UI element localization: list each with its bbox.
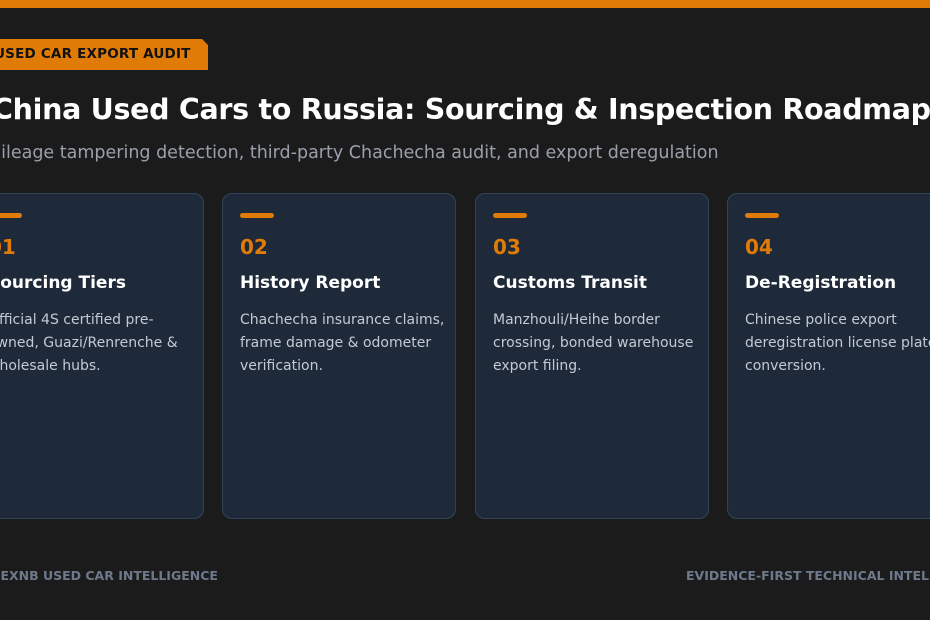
step-card-sourcing: 01 Sourcing Tiers Official 4S certified … [0, 193, 204, 519]
card-accent-bar [0, 213, 22, 218]
page-title: China Used Cars to Russia: Sourcing & In… [0, 93, 930, 126]
page-subtitle: Mileage tampering detection, third-party… [0, 143, 719, 163]
card-title: Customs Transit [493, 273, 648, 293]
card-description: Chachecha insurance claims, frame damage… [240, 312, 445, 374]
card-description: Manzhouli/Heihe border crossing, bonded … [493, 312, 694, 374]
card-accent-bar [745, 213, 779, 218]
card-description: Chinese police export deregistration lic… [745, 312, 930, 374]
section-badge-label: USED CAR EXPORT AUDIT [0, 46, 191, 62]
card-description: Official 4S certified pre-owned, Guazi/R… [0, 312, 178, 374]
card-number: 04 [745, 235, 773, 259]
card-number: 02 [240, 235, 268, 259]
step-card-deregistration: 04 De-Registration Chinese police export… [727, 193, 930, 519]
card-title: History Report [240, 273, 381, 293]
top-accent-bar [0, 0, 930, 8]
footer-brand: MEXNB USED CAR INTELLIGENCE [0, 568, 218, 583]
roadmap-page: USED CAR EXPORT AUDIT China Used Cars to… [0, 0, 930, 620]
step-card-history: 02 History Report Chachecha insurance cl… [222, 193, 456, 519]
card-accent-bar [240, 213, 274, 218]
card-title: Sourcing Tiers [0, 273, 126, 293]
section-badge: USED CAR EXPORT AUDIT [0, 39, 208, 70]
card-number: 01 [0, 235, 16, 259]
card-accent-bar [493, 213, 527, 218]
card-number: 03 [493, 235, 521, 259]
step-card-customs: 03 Customs Transit Manzhouli/Heihe borde… [475, 193, 709, 519]
card-title: De-Registration [745, 273, 897, 293]
footer-tagline: EVIDENCE-FIRST TECHNICAL INTELLIGENCE [686, 568, 930, 583]
